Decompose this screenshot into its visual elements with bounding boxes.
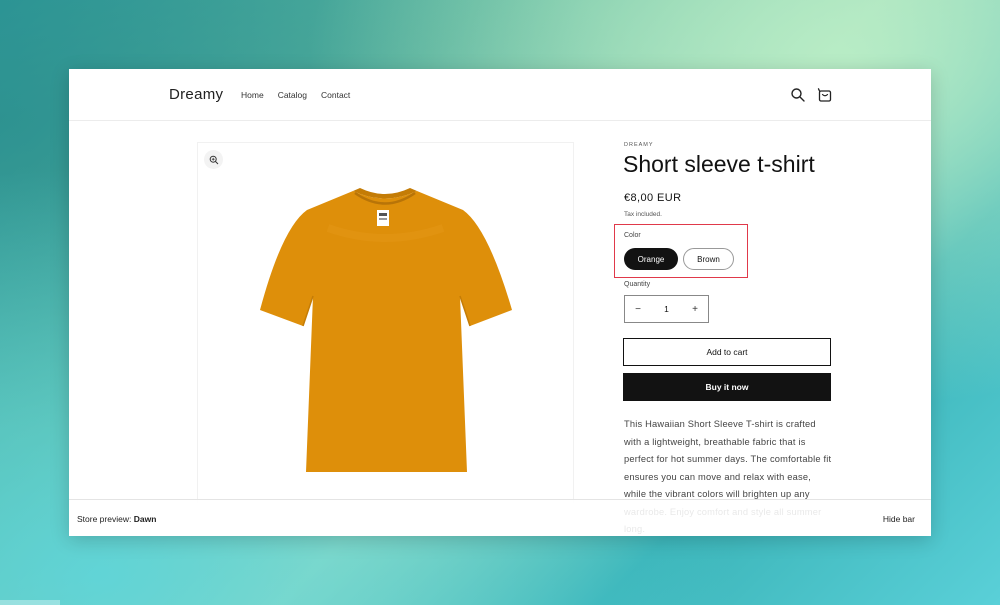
add-to-cart-button[interactable]: Add to cart bbox=[623, 338, 831, 366]
color-option-brown[interactable]: Brown bbox=[683, 248, 734, 270]
brand-logo[interactable]: Dreamy bbox=[169, 86, 223, 103]
color-option-orange[interactable]: Orange bbox=[624, 248, 678, 270]
hide-bar-button[interactable]: Hide bar bbox=[883, 514, 915, 524]
store-window: Dreamy Home Catalog Contact DREAMY Short… bbox=[69, 69, 931, 536]
taskbar-fragment bbox=[0, 600, 60, 605]
zoom-icon[interactable] bbox=[204, 150, 223, 169]
store-preview-text: Store preview: Dawn bbox=[77, 514, 156, 524]
cart-icon[interactable] bbox=[817, 87, 833, 103]
tshirt-image[interactable] bbox=[258, 188, 512, 472]
product-media bbox=[197, 142, 574, 503]
store-preview-bar: Store preview: Dawn Hide bar bbox=[69, 499, 931, 536]
plus-icon[interactable]: + bbox=[682, 296, 708, 322]
buy-it-now-button[interactable]: Buy it now bbox=[623, 373, 831, 401]
product-title: Short sleeve t-shirt bbox=[623, 151, 815, 177]
main-nav: Home Catalog Contact bbox=[241, 90, 350, 100]
store-preview-theme: Dawn bbox=[133, 514, 157, 524]
product-vendor: DREAMY bbox=[624, 142, 654, 148]
site-header: Dreamy Home Catalog Contact bbox=[69, 69, 931, 121]
color-label: Color bbox=[624, 232, 641, 239]
quantity-label: Quantity bbox=[624, 281, 651, 288]
store-preview-label: Store preview: bbox=[77, 514, 132, 524]
quantity-input[interactable]: 1 bbox=[651, 296, 682, 322]
nav-catalog[interactable]: Catalog bbox=[278, 90, 307, 100]
tax-note: Tax included. bbox=[624, 211, 662, 218]
minus-icon[interactable]: − bbox=[625, 296, 651, 322]
search-icon[interactable] bbox=[790, 87, 806, 103]
product-price: €8,00 EUR bbox=[624, 192, 682, 204]
quantity-stepper: − 1 + bbox=[624, 295, 709, 323]
nav-contact[interactable]: Contact bbox=[321, 90, 350, 100]
nav-home[interactable]: Home bbox=[241, 90, 264, 100]
